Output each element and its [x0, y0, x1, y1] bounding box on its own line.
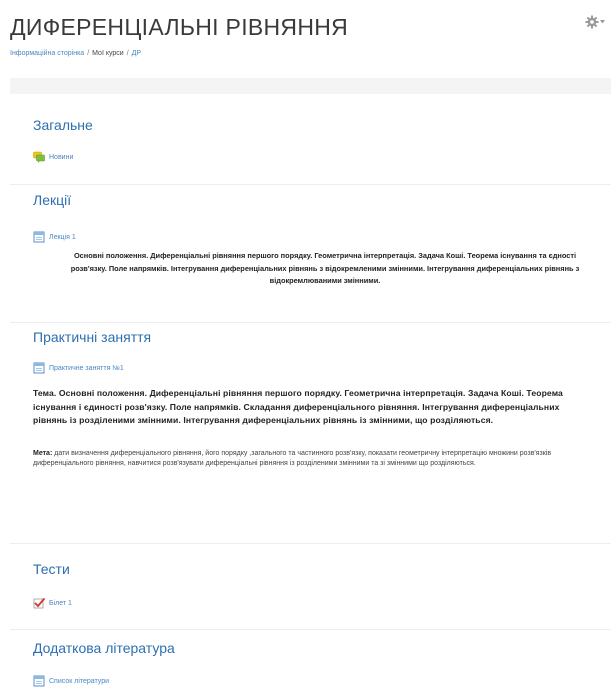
activity-lecture-1-label[interactable]: Лекція 1 — [49, 234, 76, 241]
file-icon — [33, 231, 45, 243]
section-divider — [10, 322, 611, 323]
activity-news-label[interactable]: Новини — [49, 154, 73, 161]
activity-ticket-1-label[interactable]: Білет 1 — [49, 600, 72, 607]
section-divider — [10, 543, 611, 544]
activity-practical-1-label[interactable]: Практичне заняття №1 — [49, 365, 124, 372]
practical-topic: Тема. Основні положення. Диференціальні … — [33, 388, 563, 425]
activity-lecture-1[interactable]: Лекція 1 — [33, 231, 76, 243]
forum-icon — [33, 151, 45, 163]
activity-ticket-1[interactable]: Білет 1 — [33, 597, 72, 609]
breadcrumb-current-link[interactable]: ДР — [132, 50, 141, 57]
file-icon — [33, 675, 45, 687]
activity-news[interactable]: Новини — [33, 151, 73, 163]
practical-goal: Мета: дати визначення диференціального р… — [33, 449, 563, 469]
gear-icon[interactable] — [585, 15, 599, 29]
course-header-bar — [10, 78, 611, 94]
section-title-practical[interactable]: Практичні заняття — [33, 329, 151, 345]
section-title-literature[interactable]: Додаткова література — [33, 640, 175, 656]
settings-menu[interactable] — [585, 14, 605, 30]
breadcrumb-separator: / — [87, 50, 90, 57]
quiz-icon — [33, 598, 45, 609]
breadcrumb-my-courses-link[interactable]: Мої курси — [92, 50, 124, 57]
section-title-tests[interactable]: Тести — [33, 561, 70, 577]
activity-literature-list[interactable]: Список літератури — [33, 675, 109, 687]
breadcrumb: Інформаційна сторінка / Мої курси / ДР — [10, 50, 141, 57]
practical-goal-text: дати визначення диференціального рівнянн… — [33, 450, 552, 467]
practical-goal-label: Мета: — [33, 450, 53, 457]
activity-practical-1[interactable]: Практичне заняття №1 — [33, 362, 124, 374]
section-title-general[interactable]: Загальне — [33, 117, 93, 133]
section-title-lectures[interactable]: Лекції — [33, 192, 71, 208]
file-icon — [33, 362, 45, 374]
section-divider — [10, 629, 611, 630]
activity-literature-list-label[interactable]: Список літератури — [49, 678, 109, 685]
section-divider — [10, 184, 611, 185]
breadcrumb-separator: / — [126, 50, 129, 57]
chevron-down-icon[interactable] — [600, 20, 605, 24]
lecture-summary: Основні положення. Диференціальні рівнян… — [70, 251, 580, 285]
page-title: ДИФЕРЕНЦІАЛЬНІ РІВНЯННЯ — [10, 14, 349, 40]
breadcrumb-home-link[interactable]: Інформаційна сторінка — [10, 50, 84, 57]
